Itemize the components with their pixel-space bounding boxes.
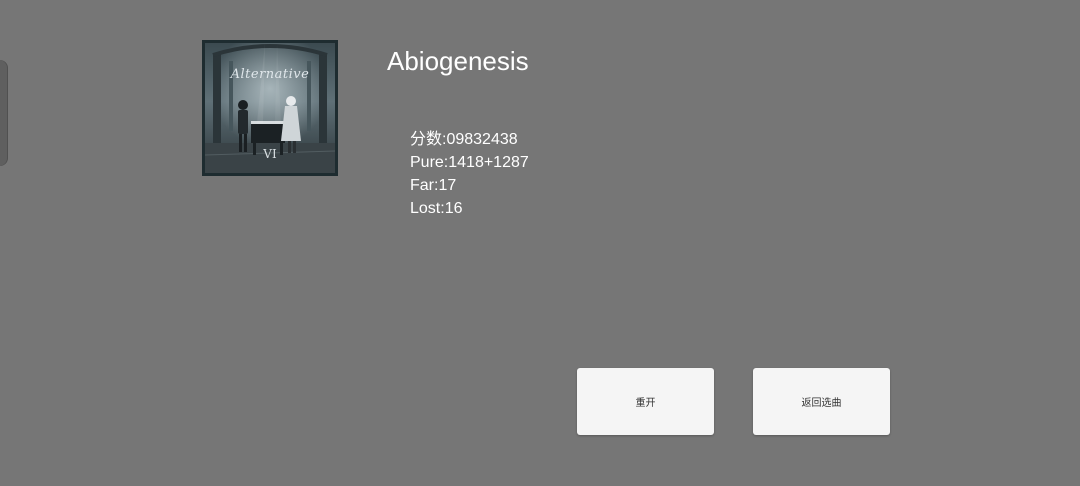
back-to-song-select-label: 返回选曲 [801,398,842,409]
score-line: 分数:09832438 [410,131,518,148]
restart-button[interactable]: 重开 [577,368,714,435]
pure-count-line: Pure:1418+1287 [410,154,529,171]
side-drawer-handle[interactable] [0,60,8,166]
back-to-song-select-button[interactable]: 返回选曲 [753,368,890,435]
restart-button-label: 重开 [635,398,656,409]
song-title: Abiogenesis [387,46,529,76]
cover-mark-text: VI [263,147,277,161]
lost-count-line: Lost:16 [410,200,463,217]
cover-title-text: Alternative [230,67,310,82]
song-cover-art: Alternative VI [202,40,338,176]
result-stats: 分数:09832438 Pure:1418+1287 Far:17 Lost:1… [410,128,529,220]
far-count-line: Far:17 [410,177,457,194]
